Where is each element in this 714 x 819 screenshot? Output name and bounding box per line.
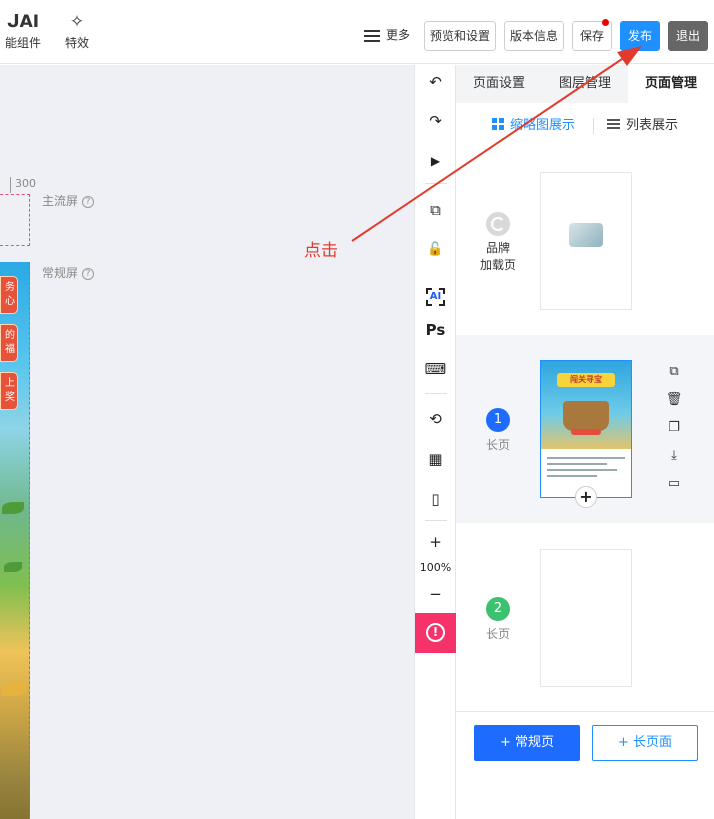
main-screen-text: 主流屏	[42, 194, 79, 208]
loading-spinner-icon	[486, 212, 510, 236]
effects-tool[interactable]: ✧ 特效	[56, 10, 98, 51]
sparkle-icon: ✧	[69, 12, 85, 32]
ruler-mark: 300	[10, 177, 36, 193]
copy-page-icon[interactable]: ⧉	[664, 362, 684, 382]
list-view-toggle[interactable]: 列表展示	[607, 117, 678, 135]
page-item-2[interactable]: 2 长页	[456, 535, 714, 705]
page-number-badge: 2	[486, 597, 510, 621]
warning-icon: !	[426, 623, 445, 642]
normal-screen-label: 常规屏?	[42, 264, 95, 281]
thumbnail-cta	[571, 429, 601, 435]
undo-icon[interactable]: ↶	[415, 71, 456, 93]
thumbnail-view-label: 缩略图展示	[510, 118, 576, 133]
unsaved-dot	[602, 19, 609, 26]
main-screen-label: 主流屏?	[42, 192, 95, 209]
zoom-out-icon[interactable]: −	[415, 583, 456, 605]
brand-logo-image	[569, 223, 603, 247]
help-icon[interactable]: ?	[82, 267, 95, 280]
ai-component-tool[interactable]: ᒍAI 能组件	[0, 10, 46, 51]
add-long-page-button[interactable]: + 长页面	[592, 725, 698, 761]
ps-icon: Ps	[425, 321, 446, 339]
page-name: 长页	[485, 627, 510, 641]
page-thumbnail[interactable]: 闯关寻宝	[540, 360, 632, 498]
ai-tool[interactable]: AI	[415, 283, 456, 306]
device-icon[interactable]: ▯	[415, 488, 456, 510]
keyboard-icon[interactable]: ⌨	[415, 358, 456, 380]
tab-page-management[interactable]: 页面管理	[628, 65, 714, 103]
folder-icon[interactable]: ▭	[664, 474, 684, 494]
more-menu-button[interactable]: 更多	[364, 26, 410, 43]
top-toolbar: ᒍAI 能组件 ✧ 特效 更多 预览和设置 版本信息 保存 发布 退出	[0, 0, 714, 64]
divider	[425, 520, 447, 521]
tab-layer-management[interactable]: 图层管理	[542, 65, 628, 103]
thumbnail-title: 闯关寻宝	[557, 373, 615, 387]
preview-settings-button[interactable]: 预览和设置	[424, 21, 496, 51]
divider	[425, 393, 447, 394]
prize-button[interactable]: 的 福	[0, 324, 18, 362]
text-line	[547, 463, 607, 465]
publish-button[interactable]: 发布	[620, 21, 660, 51]
vertical-toolbar: ↶ ↷ ▶ ⧉ 🔓 AI Ps ⌨ ⟲ ▦ ▯ + 100% − !	[414, 65, 456, 819]
play-icon[interactable]: ▶	[415, 150, 456, 172]
unlock-icon[interactable]: 🔓	[415, 239, 456, 261]
page-item-1[interactable]: 1 长页 闯关寻宝 + ⧉ 🗑 ❐ ⤓ ▭	[456, 335, 714, 523]
add-normal-page-button[interactable]: + 常规页	[474, 725, 580, 761]
copy-icon[interactable]: ⧉	[415, 199, 456, 221]
page-thumbnail[interactable]	[540, 172, 632, 310]
normal-screen-text: 常规屏	[42, 266, 79, 280]
divider	[593, 118, 594, 134]
zoom-in-icon[interactable]: +	[415, 531, 456, 553]
exit-button[interactable]: 退出	[668, 21, 708, 51]
list-view-icon	[607, 119, 620, 129]
duplicate-page-icon[interactable]: ❐	[664, 418, 684, 438]
page-preview-strip[interactable]: 务 心 的 福 上 奖	[0, 262, 30, 819]
add-section-button[interactable]: +	[575, 486, 597, 508]
reward-button[interactable]: 上 奖	[0, 372, 18, 410]
effects-label: 特效	[64, 36, 89, 50]
editor-canvas[interactable]: 300 主流屏? 常规屏? 务 心 的 福 上 奖	[0, 65, 414, 819]
task-button[interactable]: 务 心	[0, 276, 18, 314]
page-actions-bar: + 常规页 + 长页面	[456, 711, 714, 819]
divider	[425, 183, 447, 184]
photoshop-tool[interactable]: Ps	[415, 319, 456, 341]
page-number-badge: 1	[486, 408, 510, 432]
ai-icon: ᒍAI	[6, 12, 40, 32]
download-page-icon[interactable]: ⤓	[664, 446, 684, 466]
ai-component-label: 能组件	[4, 36, 41, 50]
text-line	[547, 457, 625, 459]
text-line	[547, 475, 597, 477]
leaf-decoration	[2, 502, 24, 514]
list-view-label: 列表展示	[626, 118, 679, 133]
redo-icon[interactable]: ↷	[415, 110, 456, 132]
save-label: 保存	[579, 29, 604, 43]
grid-icon[interactable]: ▦	[415, 448, 456, 470]
page-name: 长页	[485, 438, 510, 452]
page-item-brand-loading[interactable]: 品牌 加载页	[456, 160, 714, 330]
more-label: 更多	[386, 28, 411, 42]
tab-page-settings[interactable]: 页面设置	[456, 65, 542, 103]
ship-image	[563, 401, 609, 431]
delete-page-icon[interactable]: 🗑	[664, 390, 684, 410]
main-screen-guide	[0, 194, 30, 246]
version-info-button[interactable]: 版本信息	[504, 21, 564, 51]
grid-view-icon	[492, 118, 504, 130]
ai-text-icon: AI	[425, 288, 446, 306]
right-panel: 页面设置 图层管理 页面管理 缩略图展示 列表展示 品牌 加载页 1 长页 闯关…	[456, 65, 714, 819]
save-button[interactable]: 保存	[572, 19, 612, 51]
click-annotation: 点击	[304, 241, 338, 261]
help-icon[interactable]: ?	[82, 195, 95, 208]
leaf-decoration	[2, 682, 26, 696]
warning-button[interactable]: !	[415, 613, 456, 653]
page-thumbnail[interactable]	[540, 549, 632, 687]
text-line	[547, 469, 617, 471]
zoom-level: 100%	[419, 561, 452, 574]
thumbnail-view-toggle[interactable]: 缩略图展示	[492, 117, 575, 135]
panel-tabs: 页面设置 图层管理 页面管理	[456, 65, 714, 103]
menu-icon	[364, 29, 380, 42]
leaf-decoration	[4, 562, 22, 572]
page-name: 品牌 加载页	[479, 241, 516, 272]
rotate-icon[interactable]: ⟲	[415, 408, 456, 430]
